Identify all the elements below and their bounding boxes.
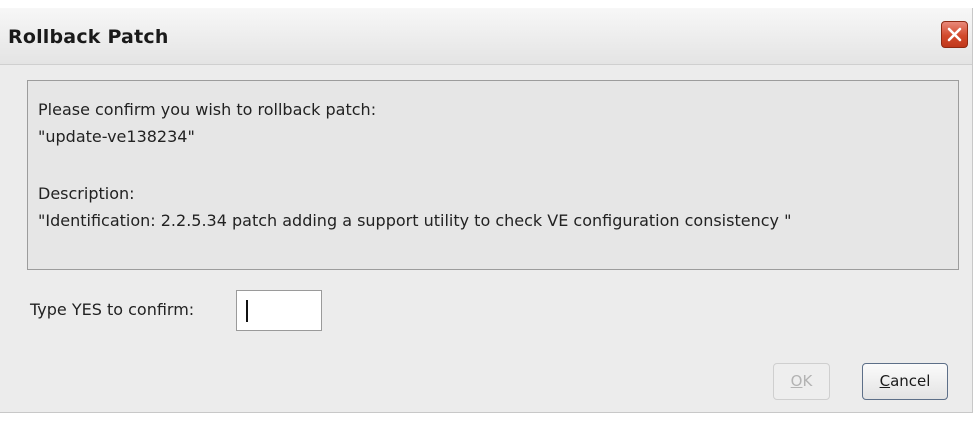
confirm-message: Please confirm you wish to rollback patc… (38, 100, 377, 119)
patch-name: "update-ve138234" (38, 127, 195, 146)
close-button[interactable] (941, 21, 968, 48)
message-panel: Please confirm you wish to rollback patc… (27, 80, 959, 270)
confirm-input[interactable] (236, 290, 322, 331)
rollback-patch-dialog: Rollback Patch Please confirm you wish t… (0, 8, 973, 413)
cancel-label-rest: ancel (890, 372, 931, 390)
text-caret (246, 300, 248, 322)
confirm-label: Type YES to confirm: (30, 300, 195, 319)
description-text: "Identification: 2.2.5.34 patch adding a… (38, 211, 792, 230)
ok-mnemonic: O (790, 372, 803, 390)
dialog-title: Rollback Patch (8, 26, 169, 48)
cancel-button[interactable]: Cancel (862, 363, 948, 400)
cancel-mnemonic: C (879, 372, 891, 390)
description-label: Description: (38, 184, 135, 203)
ok-label-rest: K (802, 372, 813, 390)
ok-button[interactable]: OK (773, 363, 830, 400)
close-icon (947, 27, 962, 42)
title-bar[interactable]: Rollback Patch (0, 8, 972, 65)
